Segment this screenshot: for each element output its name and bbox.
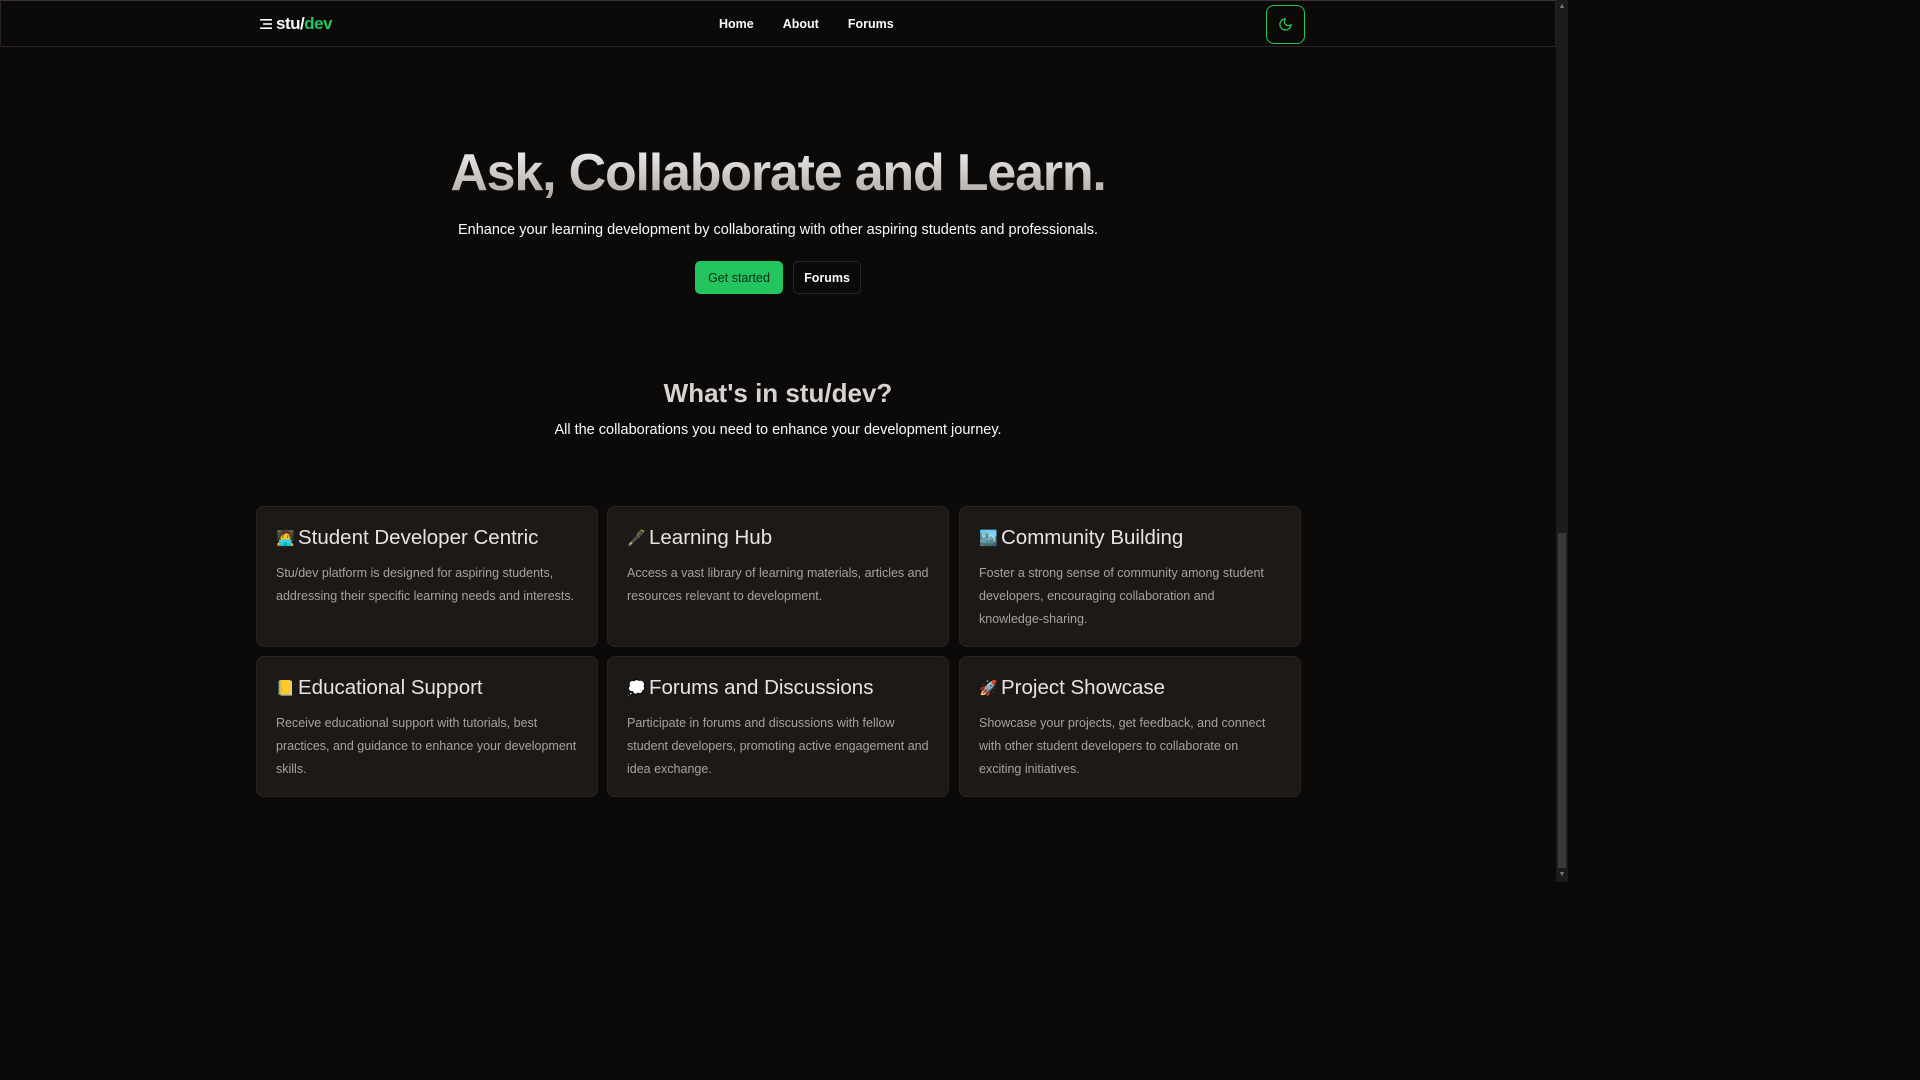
brand-name: stu/dev xyxy=(276,14,333,34)
feature-card-community-building: 🏙️ Community Building Foster a strong se… xyxy=(959,506,1301,647)
card-title: Learning Hub xyxy=(649,526,773,549)
features-title: What's in stu/dev? xyxy=(663,378,893,408)
brand-suffix: dev xyxy=(304,14,333,33)
developer-icon: 🧑‍💻 xyxy=(276,530,295,547)
hero-actions: Get started Forums xyxy=(695,261,861,294)
card-title: Forums and Discussions xyxy=(649,676,874,699)
page: stu/dev Home About Forums Ask, Collabora… xyxy=(0,0,1568,882)
hero-title: Ask, Collaborate and Learn. xyxy=(0,143,1556,203)
theme-toggle-button[interactable] xyxy=(1266,5,1305,44)
get-started-button[interactable]: Get started xyxy=(695,261,783,294)
pen-icon: 🖋️ xyxy=(627,530,646,547)
menu-icon[interactable] xyxy=(260,18,273,30)
card-description: Showcase your projects, get feedback, an… xyxy=(979,716,1266,776)
scroll-up-arrow-icon[interactable]: ▲ xyxy=(1558,2,1566,12)
hero-subtitle: Enhance your learning development by col… xyxy=(457,222,1098,238)
feature-card-educational-support: 📒 Educational Support Receive educationa… xyxy=(256,656,598,797)
brand-logo[interactable]: stu/dev xyxy=(260,14,333,34)
features-subtitle: All the collaborations you need to enhan… xyxy=(554,422,1002,438)
feature-card-project-showcase: 🚀 Project Showcase Showcase your project… xyxy=(959,656,1301,797)
card-title: Educational Support xyxy=(298,676,483,699)
vertical-scrollbar[interactable]: ▲ ▼ xyxy=(1556,0,1568,882)
thought-bubble-icon: 💭 xyxy=(627,680,646,697)
card-description: Access a vast library of learning materi… xyxy=(627,566,929,603)
feature-card-forums-and-discussions: 💭 Forums and Discussions Participate in … xyxy=(607,656,949,797)
nav-link-about[interactable]: About xyxy=(783,17,819,31)
card-description: Foster a strong sense of community among… xyxy=(979,566,1264,626)
card-title: Project Showcase xyxy=(1001,676,1166,699)
scrollbar-thumb[interactable] xyxy=(1558,533,1566,868)
card-title: Student Developer Centric xyxy=(298,526,539,549)
feature-card-learning-hub: 🖋️ Learning Hub Access a vast library of… xyxy=(607,506,949,647)
moon-icon xyxy=(1279,18,1292,31)
navbar: stu/dev Home About Forums xyxy=(0,0,1556,47)
card-description: Participate in forums and discussions wi… xyxy=(627,716,929,776)
brand-prefix: stu/ xyxy=(276,14,305,33)
card-description: Stu/dev platform is designed for aspirin… xyxy=(276,566,575,603)
rocket-icon: 🚀 xyxy=(979,680,998,697)
scroll-down-arrow-icon[interactable]: ▼ xyxy=(1558,870,1566,880)
forums-button[interactable]: Forums xyxy=(793,261,861,294)
card-description: Receive educational support with tutoria… xyxy=(276,716,577,776)
notebook-icon: 📒 xyxy=(276,680,295,697)
card-title: Community Building xyxy=(1001,526,1184,549)
nav-link-home[interactable]: Home xyxy=(719,17,754,31)
feature-card-student-developer-centric: 🧑‍💻 Student Developer Centric Stu/dev pl… xyxy=(256,506,598,647)
city-icon: 🏙️ xyxy=(979,530,998,547)
nav-link-forums[interactable]: Forums xyxy=(848,17,894,31)
nav-links: Home About Forums xyxy=(719,17,894,31)
